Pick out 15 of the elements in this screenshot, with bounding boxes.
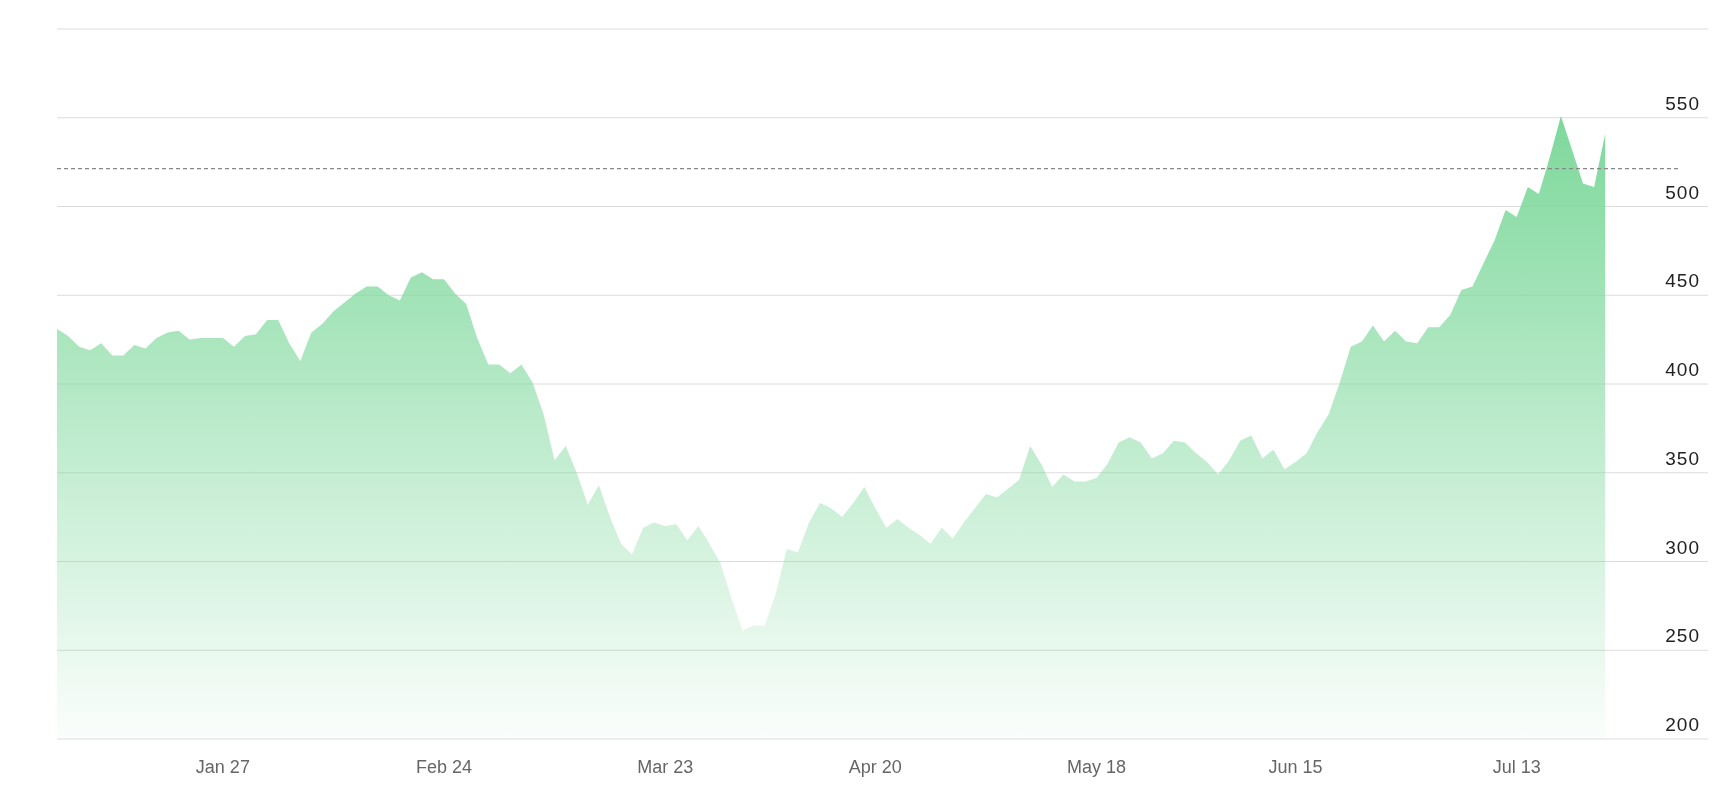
x-tick-label: Feb 24 (416, 757, 473, 777)
y-tick-label: 350 (1665, 447, 1700, 469)
y-tick-label: 400 (1665, 359, 1700, 380)
y-tick-label: 450 (1665, 270, 1700, 292)
y-tick-label: 550 (1665, 92, 1700, 114)
y-tick-label: 200 (1665, 714, 1700, 735)
x-tick-label: Jun 15 (1268, 757, 1323, 777)
x-tick-label: Jan 27 (195, 757, 250, 777)
x-tick-label: May 18 (1066, 757, 1126, 777)
x-tick-label: Mar 23 (637, 757, 694, 777)
x-tick-label: Apr 20 (848, 757, 902, 777)
y-tick-label: 500 (1665, 181, 1700, 203)
x-tick-label: Jul 13 (1492, 757, 1541, 777)
y-tick-label: 250 (1665, 625, 1700, 647)
y-tick-label: 300 (1665, 536, 1700, 558)
